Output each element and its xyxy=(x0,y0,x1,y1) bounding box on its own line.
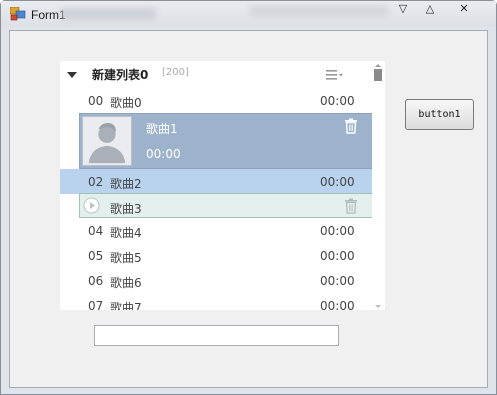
song-duration: 00:00 xyxy=(320,224,355,238)
list-item[interactable]: 02 歌曲2 00:00 xyxy=(60,169,372,194)
song-name: 歌曲2 xyxy=(110,177,142,191)
song-duration: 00:00 xyxy=(320,175,355,189)
play-circle-icon[interactable] xyxy=(83,197,100,214)
list-item-expanded[interactable]: 歌曲1 00:00 xyxy=(79,113,374,169)
trash-icon[interactable] xyxy=(343,198,359,214)
playlist-header[interactable]: 新建列表0 [200] xyxy=(60,61,372,87)
list-item[interactable]: 04 歌曲4 00:00 xyxy=(60,218,372,243)
vertical-scrollbar[interactable] xyxy=(372,61,385,310)
title-bar[interactable]: Form1 ▽ △ ✕ xyxy=(1,1,496,27)
song-number: 00 xyxy=(88,94,104,108)
song-name: 歌曲5 xyxy=(110,251,142,265)
playlist-panel[interactable]: 新建列表0 [200] 00 歌曲0 00:00 歌曲1 00:00 02 歌曲… xyxy=(60,61,385,310)
song-number: 04 xyxy=(88,224,104,238)
person-silhouette-icon xyxy=(82,116,132,166)
song-name: 歌曲0 xyxy=(110,96,142,110)
song-duration: 00:00 xyxy=(320,274,355,288)
song-number: 05 xyxy=(88,249,104,263)
maximize-button[interactable]: △ xyxy=(419,2,441,18)
song-duration: 00:00 xyxy=(146,147,181,161)
song-duration: 00:00 xyxy=(320,94,355,108)
song-number: 07 xyxy=(88,299,104,310)
app-icon xyxy=(10,7,26,21)
scroll-thumb[interactable] xyxy=(374,69,382,81)
playlist-title: 新建列表0 xyxy=(92,68,149,82)
scroll-up-arrow-icon[interactable] xyxy=(375,64,381,67)
song-duration: 00:00 xyxy=(320,299,355,310)
list-item[interactable]: 07 歌曲7 00:00 xyxy=(60,293,372,310)
song-name: 歌曲4 xyxy=(110,226,142,240)
list-item[interactable]: 06 歌曲6 00:00 xyxy=(60,268,372,293)
blurred-title-region-2 xyxy=(249,5,389,17)
song-name: 歌曲1 xyxy=(146,122,178,136)
playlist-count: [200] xyxy=(162,67,189,78)
close-button[interactable]: ✕ xyxy=(453,2,475,18)
trash-icon[interactable] xyxy=(343,118,359,134)
song-number: 02 xyxy=(88,175,104,189)
minimize-button[interactable]: ▽ xyxy=(392,2,414,18)
blurred-title-region xyxy=(61,8,156,20)
text-input[interactable] xyxy=(94,325,339,346)
scroll-down-arrow-icon[interactable] xyxy=(375,305,381,308)
collapse-arrow-icon[interactable] xyxy=(67,72,77,78)
list-item-hover[interactable]: 歌曲3 xyxy=(79,193,374,218)
song-name: 歌曲3 xyxy=(110,202,142,216)
list-item[interactable]: 05 歌曲5 00:00 xyxy=(60,243,372,268)
button1[interactable]: button1 xyxy=(405,99,474,130)
song-name: 歌曲7 xyxy=(110,301,142,310)
song-name: 歌曲6 xyxy=(110,276,142,290)
list-menu-icon[interactable] xyxy=(326,69,344,81)
song-number: 06 xyxy=(88,274,104,288)
song-duration: 00:00 xyxy=(320,249,355,263)
list-item[interactable]: 00 歌曲0 00:00 xyxy=(60,88,372,113)
